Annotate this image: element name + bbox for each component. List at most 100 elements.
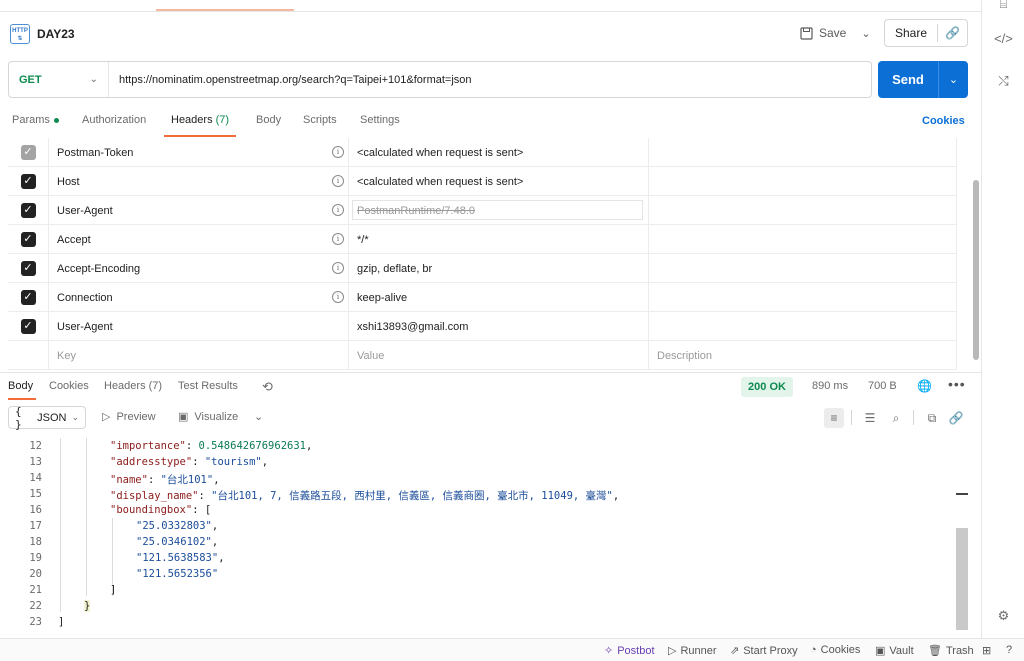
- header-checkbox[interactable]: ✓: [8, 254, 49, 283]
- documentation-icon[interactable]: ⌸: [982, 0, 1024, 12]
- preview-button[interactable]: ▷ Preview: [102, 410, 156, 424]
- share-button[interactable]: Share 🔗: [884, 19, 968, 47]
- header-value-text: keep-alive: [357, 291, 408, 304]
- header-checkbox[interactable]: ✓: [8, 312, 49, 341]
- tab-test-results[interactable]: Test Results: [178, 380, 238, 392]
- tab-response-headers[interactable]: Headers (7): [104, 380, 162, 392]
- info-icon[interactable]: i: [332, 262, 344, 274]
- method-select[interactable]: GET ⌄: [9, 62, 109, 97]
- format-select[interactable]: { } JSON ⌄: [8, 405, 86, 431]
- response-size[interactable]: 700 B: [868, 380, 897, 392]
- network-globe-icon[interactable]: 🌐: [917, 379, 932, 393]
- related-collections-icon[interactable]: ⤭: [982, 73, 1024, 89]
- table-row: ✓ Accept-Encoding i gzip, deflate, br: [8, 254, 957, 283]
- save-button[interactable]: Save: [800, 20, 852, 46]
- cookies-button[interactable]: ◔ Cookies: [810, 644, 860, 656]
- line-number: 13: [29, 456, 42, 468]
- send-button[interactable]: Send ⌄: [878, 61, 968, 98]
- copy-icon[interactable]: ⧉: [922, 408, 942, 428]
- code-snippet-icon[interactable]: </>: [982, 31, 1024, 46]
- header-key[interactable]: Accept-Encoding i: [49, 254, 349, 283]
- header-key[interactable]: Postman-Token i: [49, 138, 349, 167]
- runner-button[interactable]: ▷ Runner: [668, 644, 717, 658]
- search-icon[interactable]: ⌕: [886, 408, 906, 428]
- vault-button[interactable]: ▣ Vault: [875, 644, 914, 658]
- tab-response-body[interactable]: Body: [8, 380, 33, 392]
- header-description[interactable]: [649, 254, 957, 283]
- header-description[interactable]: [649, 196, 957, 225]
- info-icon[interactable]: i: [332, 175, 344, 187]
- tab-response-cookies[interactable]: Cookies: [49, 380, 89, 392]
- header-description[interactable]: [649, 312, 957, 341]
- tab-authorization[interactable]: Authorization: [82, 114, 146, 126]
- wrap-lines-icon[interactable]: ≡: [824, 408, 844, 428]
- headers-scrollbar[interactable]: [973, 180, 979, 360]
- new-value-input[interactable]: Value: [349, 341, 649, 370]
- main-pane: HTTP⇅ DAY23 Save ⌄ Share 🔗 GET ⌄ Send ⌄ …: [0, 0, 981, 638]
- header-checkbox[interactable]: ✓: [8, 196, 49, 225]
- header-checkbox[interactable]: ✓: [8, 225, 49, 254]
- postbot-button[interactable]: ✧ Postbot: [604, 644, 655, 658]
- copy-link-icon[interactable]: 🔗: [938, 26, 967, 40]
- tab-headers[interactable]: Headers (7): [171, 114, 229, 126]
- start-proxy-button[interactable]: ⇗ Start Proxy: [730, 644, 798, 658]
- info-icon[interactable]: i: [332, 204, 344, 216]
- trash-button[interactable]: 🗑 Trash: [928, 644, 974, 658]
- tab-settings[interactable]: Settings: [360, 114, 400, 126]
- header-key[interactable]: Connection i: [49, 283, 349, 312]
- more-options-icon[interactable]: •••: [948, 376, 966, 392]
- header-description[interactable]: [649, 283, 957, 312]
- request-title[interactable]: DAY23: [37, 27, 75, 41]
- settings-icon[interactable]: ⚙: [982, 608, 1024, 624]
- header-value[interactable]: keep-alive: [349, 283, 649, 312]
- header-key[interactable]: User-Agent i: [49, 196, 349, 225]
- tab-body[interactable]: Body: [256, 114, 281, 126]
- header-value[interactable]: <calculated when request is sent>: [349, 138, 649, 167]
- proxy-icon: ⇗: [730, 645, 740, 657]
- header-key[interactable]: Accept i: [49, 225, 349, 254]
- new-key-input[interactable]: Key: [49, 341, 349, 370]
- info-icon[interactable]: i: [332, 233, 344, 245]
- json-value: "121.5638583": [136, 552, 219, 564]
- save-options-chevron-down-icon[interactable]: ⌄: [856, 20, 876, 46]
- filter-icon[interactable]: ☰: [860, 408, 880, 428]
- header-value[interactable]: PostmanRuntime/7.48.0: [349, 196, 649, 225]
- header-description[interactable]: [649, 225, 957, 254]
- status-badge[interactable]: 200 OK: [741, 377, 793, 397]
- response-body-code[interactable]: 12 "importance": 0.548642676962631, 13 "…: [0, 438, 957, 636]
- json-tail: ,: [612, 490, 620, 502]
- header-key[interactable]: User-Agent: [49, 312, 349, 341]
- header-checkbox[interactable]: ✓: [8, 167, 49, 196]
- header-description[interactable]: [649, 138, 957, 167]
- cookies-link[interactable]: Cookies: [922, 115, 965, 127]
- header-value[interactable]: */*: [349, 225, 649, 254]
- code-line: 13 "addresstype": "tourism",: [0, 454, 957, 470]
- json-key: "name": [110, 474, 148, 486]
- visualize-chevron-down-icon[interactable]: ⌄: [254, 410, 263, 423]
- header-description[interactable]: [649, 167, 957, 196]
- info-icon[interactable]: i: [332, 291, 344, 303]
- link-icon[interactable]: 🔗: [946, 408, 966, 428]
- send-options-chevron-down-icon[interactable]: ⌄: [939, 73, 968, 86]
- help-icon[interactable]: ?: [1006, 644, 1012, 656]
- format-label: JSON: [37, 411, 67, 424]
- header-value[interactable]: <calculated when request is sent>: [349, 167, 649, 196]
- response-tabs: Body Cookies Headers (7) Test Results ⟲ …: [0, 372, 981, 400]
- visualize-button[interactable]: ▣ Visualize: [178, 410, 238, 424]
- layout-grid-icon[interactable]: ⊞: [982, 644, 991, 657]
- value-input-box[interactable]: [352, 200, 643, 220]
- json-sep: :: [198, 490, 212, 502]
- header-checkbox[interactable]: ✓: [8, 138, 49, 167]
- response-time[interactable]: 890 ms: [812, 380, 848, 392]
- new-description-input[interactable]: Description: [649, 341, 957, 370]
- header-value[interactable]: xshi13893@gmail.com: [349, 312, 649, 341]
- tab-params[interactable]: Params: [12, 114, 59, 126]
- tab-scripts[interactable]: Scripts: [303, 114, 337, 126]
- info-icon[interactable]: i: [332, 146, 344, 158]
- code-scrollbar-thumb[interactable]: [956, 528, 968, 630]
- header-key[interactable]: Host i: [49, 167, 349, 196]
- history-icon[interactable]: ⟲: [262, 379, 278, 395]
- header-checkbox[interactable]: ✓: [8, 283, 49, 312]
- url-input[interactable]: [109, 62, 871, 97]
- header-value[interactable]: gzip, deflate, br: [349, 254, 649, 283]
